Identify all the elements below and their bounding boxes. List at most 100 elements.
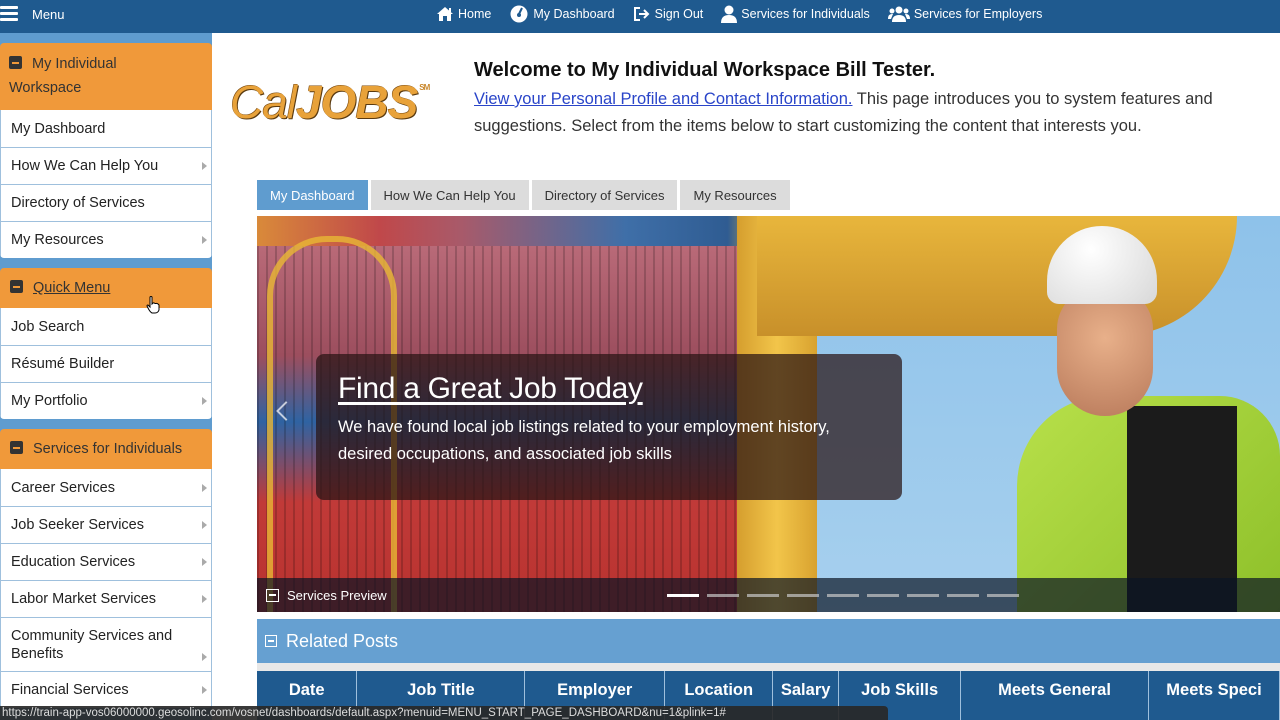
sidebar-item-labor-market-services[interactable]: Labor Market Services — [0, 580, 212, 617]
sidebar-item-label: Job Seeker Services — [11, 517, 144, 533]
related-posts-title: Related Posts — [286, 630, 399, 651]
users-group-icon — [887, 6, 910, 22]
carousel-indicator[interactable] — [827, 594, 859, 597]
hamburger-icon — [0, 6, 18, 22]
sidebar-item-label: My Dashboard — [11, 120, 106, 137]
panel-header-my-individual-workspace[interactable]: My Individual Workspace — [0, 43, 212, 110]
logo-cal: Cal — [230, 76, 297, 128]
nav-my-dashboard-label: My Dashboard — [533, 7, 615, 21]
panel-items: Career Services Job Seeker Services Educ… — [0, 469, 212, 708]
carousel-indicator[interactable] — [667, 594, 699, 597]
sidebar-item-community-services[interactable]: Community Services and Benefits — [0, 617, 212, 671]
panel-header-quick-menu[interactable]: Quick Menu — [0, 268, 212, 308]
collapse-icon[interactable] — [265, 635, 277, 647]
nav-services-individuals[interactable]: Services for Individuals — [721, 5, 870, 23]
hero-image-worker — [1017, 226, 1280, 612]
top-nav: Home My Dashboard Sign Out Services for … — [436, 0, 1060, 28]
user-icon — [721, 5, 738, 23]
column-meets-special-requirements[interactable]: Meets Speci — [1148, 671, 1280, 720]
menu-button[interactable]: Menu — [0, 0, 65, 28]
carousel-indicator[interactable] — [907, 594, 939, 597]
nav-sign-out-label: Sign Out — [654, 7, 704, 21]
hero-text-line1: We have found local job listings related… — [338, 418, 830, 436]
chevron-right-icon — [202, 483, 207, 492]
carousel-indicator[interactable] — [947, 594, 979, 597]
quick-menu-link[interactable]: Quick Menu — [33, 280, 110, 296]
related-posts-header[interactable]: Related Posts — [257, 619, 1280, 663]
divider — [257, 663, 1280, 671]
sidebar-item-label: Education Services — [11, 554, 136, 570]
sidebar-item-my-dashboard[interactable]: My Dashboard — [0, 110, 212, 147]
chevron-right-icon — [202, 558, 207, 566]
panel-services-for-individuals: Services for Individuals Career Services… — [0, 429, 212, 708]
sidebar-item-label: Financial Services — [11, 682, 129, 698]
collapse-icon[interactable] — [10, 280, 23, 293]
logo-service-mark: SM — [419, 83, 430, 92]
panel-header-services-for-individuals[interactable]: Services for Individuals — [0, 429, 212, 469]
panel-items: Job Search Résumé Builder My Portfolio — [0, 308, 212, 419]
label-line1: Community Services and — [11, 627, 173, 644]
sidebar-item-label: Résumé Builder — [11, 356, 115, 372]
chevron-right-icon — [202, 686, 207, 694]
sidebar-item-resume-builder[interactable]: Résumé Builder — [0, 345, 212, 382]
sidebar-item-label: Labor Market Services — [11, 591, 157, 607]
panel-title: My Individual — [32, 56, 117, 72]
home-icon — [437, 7, 453, 21]
sidebar-item-label: My Resources — [11, 232, 104, 248]
panel-my-individual-workspace: My Individual Workspace My Dashboard How… — [0, 43, 212, 258]
panel-title: Services for Individuals — [33, 441, 183, 457]
caljobs-logo[interactable]: CalJOBS SM — [230, 75, 430, 129]
nav-services-individuals-label: Services for Individuals — [741, 7, 870, 21]
panel-title-line2: Workspace — [9, 80, 82, 96]
browser-status-url: https://train-app-vos06000000.geosolinc.… — [0, 706, 888, 720]
sidebar-item-career-services[interactable]: Career Services — [0, 469, 212, 506]
services-preview-bar: Services Preview — [257, 578, 1280, 612]
dashboard-gauge-icon — [510, 5, 528, 23]
sidebar-item-label: Career Services — [11, 479, 115, 496]
tab-how-we-can-help-you[interactable]: How We Can Help You — [370, 180, 529, 210]
panel-quick-menu: Quick Menu Job Search Résumé Builder My … — [0, 268, 212, 419]
sidebar-item-job-search[interactable]: Job Search — [0, 308, 212, 345]
nav-services-employers-label: Services for Employers — [913, 7, 1043, 21]
worker-face — [1057, 286, 1153, 416]
chevron-right-icon — [202, 397, 207, 405]
nav-sign-out[interactable]: Sign Out — [633, 6, 704, 22]
tab-directory-of-services[interactable]: Directory of Services — [531, 180, 678, 210]
sidebar-item-label: How We Can Help You — [11, 158, 159, 174]
sidebar-item-my-portfolio[interactable]: My Portfolio — [0, 382, 212, 419]
nav-services-employers[interactable]: Services for Employers — [887, 6, 1043, 22]
collapse-icon[interactable] — [266, 588, 279, 602]
column-meets-general-requirements[interactable]: Meets General — [960, 671, 1149, 720]
carousel-indicators — [667, 594, 1027, 597]
sidebar-item-my-resources[interactable]: My Resources — [0, 221, 212, 258]
hero-title-link[interactable]: Find a Great Job Today — [338, 372, 880, 406]
collapse-icon[interactable] — [9, 56, 22, 69]
sidebar-item-directory-of-services[interactable]: Directory of Services — [0, 184, 212, 221]
carousel-indicator[interactable] — [707, 594, 739, 597]
welcome-title: Welcome to My Individual Workspace Bill … — [474, 59, 936, 81]
carousel-indicator[interactable] — [987, 594, 1019, 597]
chevron-right-icon — [202, 162, 207, 170]
nav-home[interactable]: Home — [436, 6, 491, 22]
carousel-indicator[interactable] — [747, 594, 779, 597]
tab-my-dashboard[interactable]: My Dashboard — [257, 180, 368, 210]
carousel-indicator[interactable] — [787, 594, 819, 597]
top-navigation-bar: Menu Home My Dashboard Sign Out Services… — [0, 0, 1280, 33]
sidebar-item-job-seeker-services[interactable]: Job Seeker Services — [0, 506, 212, 543]
hero-text-line2: desired occupations, and associated job … — [338, 445, 672, 463]
hero-carousel[interactable]: Find a Great Job Today We have found loc… — [257, 216, 1280, 612]
chevron-right-icon — [202, 521, 207, 529]
nav-my-dashboard[interactable]: My Dashboard — [509, 5, 615, 23]
logo-jobs: JOBS — [296, 76, 418, 128]
collapse-icon[interactable] — [10, 441, 23, 454]
chevron-right-icon — [202, 595, 207, 603]
worker-helmet — [1047, 226, 1157, 304]
carousel-indicator[interactable] — [867, 594, 899, 597]
main-content: CalJOBS SM Welcome to My Individual Works… — [212, 33, 1280, 720]
sidebar-item-how-we-can-help-you[interactable]: How We Can Help You — [0, 147, 212, 184]
tab-my-resources[interactable]: My Resources — [680, 180, 790, 210]
chevron-right-icon — [202, 653, 207, 661]
profile-link[interactable]: View your Personal Profile and Contact I… — [474, 90, 852, 108]
sidebar-item-education-services[interactable]: Education Services — [0, 543, 212, 580]
sidebar-item-financial-services[interactable]: Financial Services — [0, 671, 212, 708]
